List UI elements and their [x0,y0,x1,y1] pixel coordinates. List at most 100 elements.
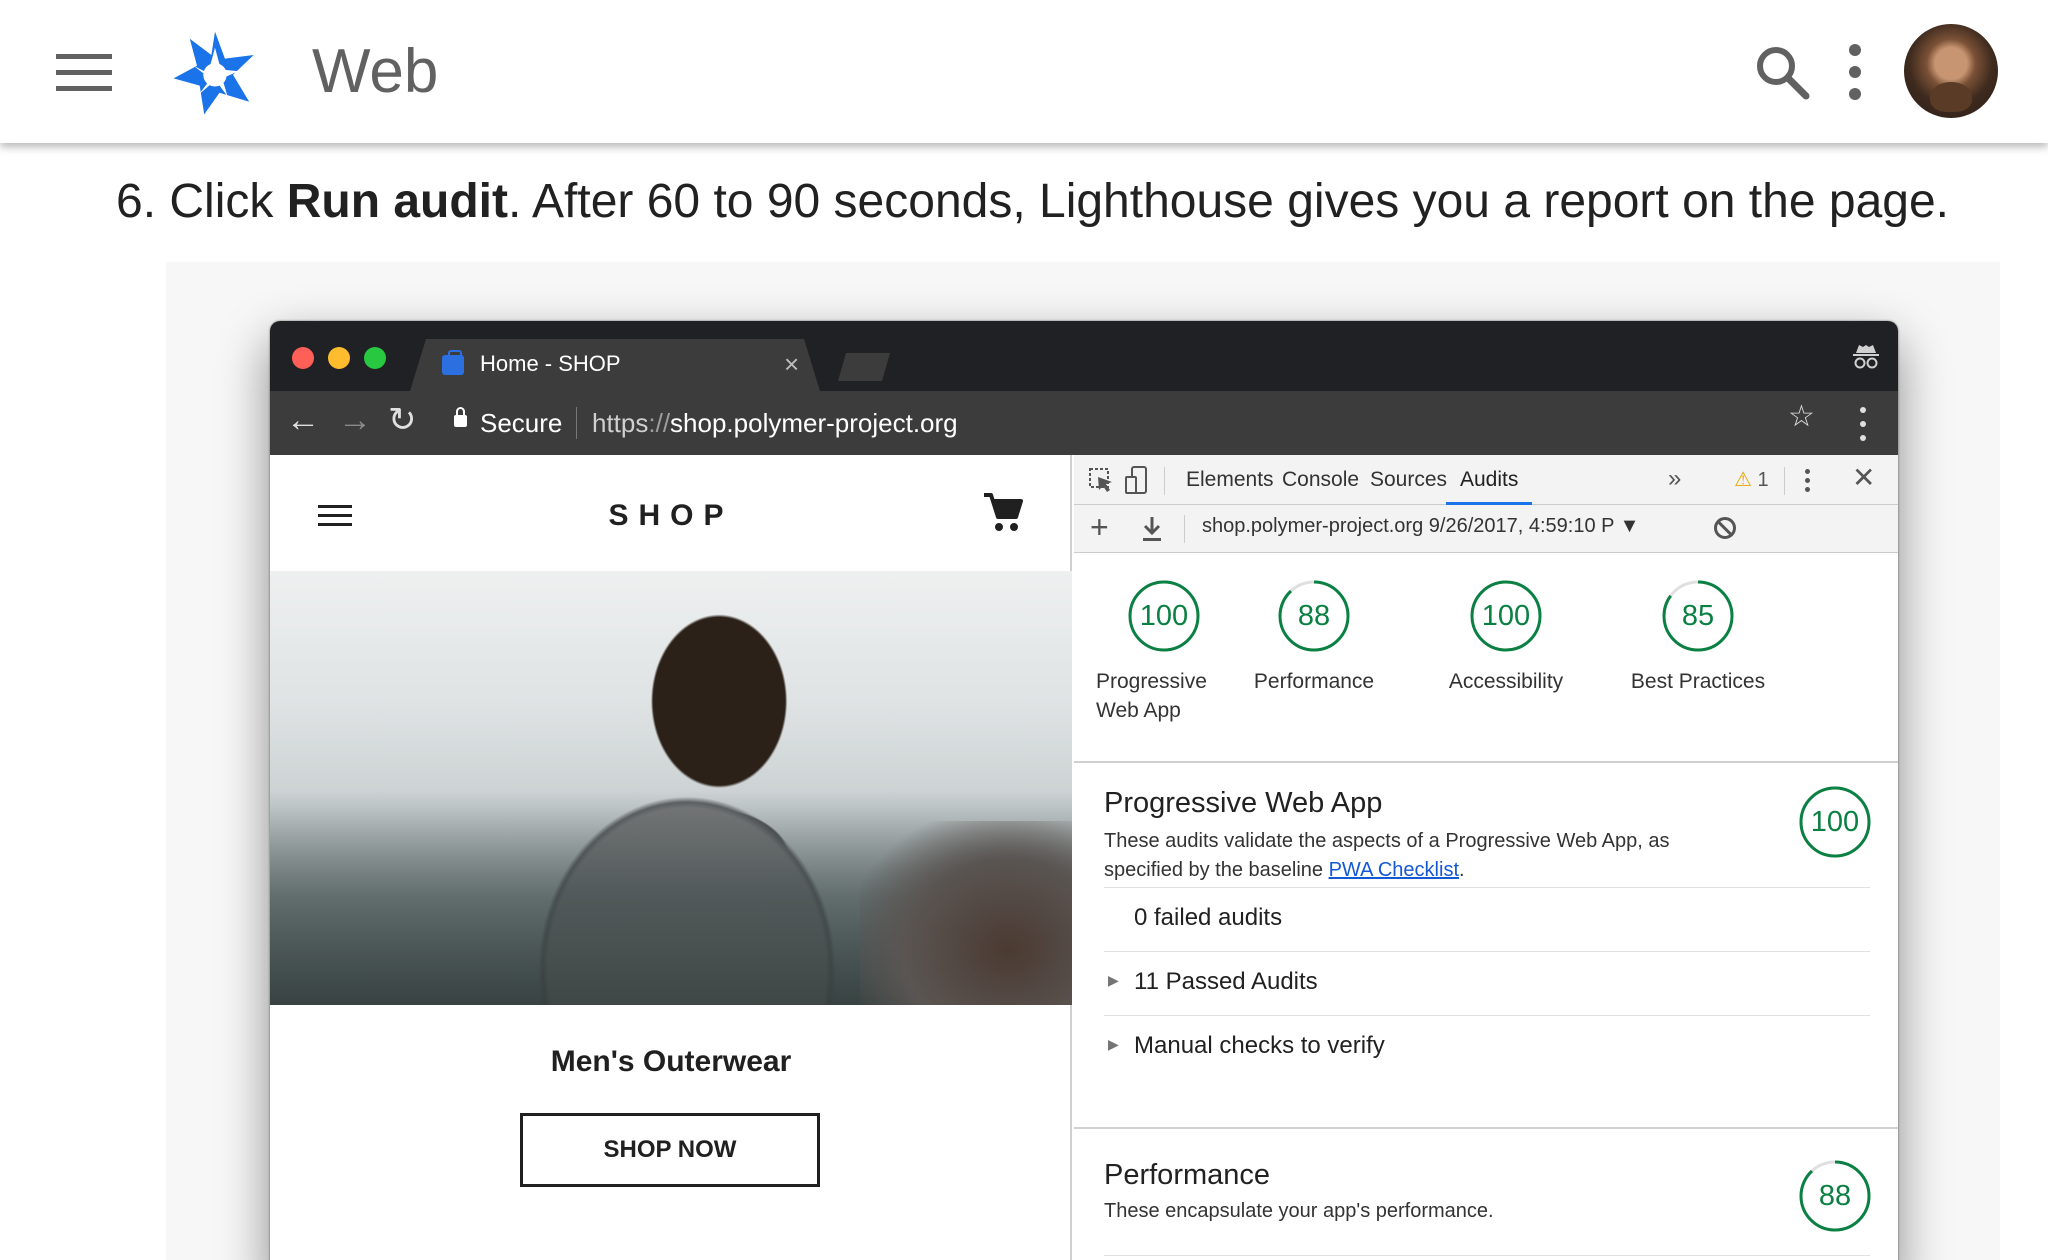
score-accessibility[interactable]: 100 Accessibility [1416,579,1596,696]
window-minimize-dot[interactable] [328,347,350,369]
page-viewport: SHOP Men's Outerwear SHOP NOW [270,455,1072,1260]
score-gauge: 100 [1127,579,1201,653]
inspect-element-icon[interactable] [1088,467,1114,493]
section-description: These audits validate the aspects of a P… [1104,827,1744,885]
tab-sources[interactable]: Sources [1370,455,1447,505]
url-host: shop.polymer-project.org [670,408,958,438]
category-title: Men's Outerwear [550,1045,792,1078]
passed-audits-row[interactable]: ▶ 11 Passed Audits [1104,951,1870,1015]
browser-tab-home-shop[interactable]: Home - SHOP × [410,339,820,391]
shopping-cart-icon[interactable] [982,491,1024,535]
warning-icon: ⚠ [1734,469,1752,491]
pwa-checklist-link[interactable]: PWA Checklist [1329,859,1459,881]
performance-section-gauge: 88 [1798,1159,1872,1233]
url-scheme-separator: :// [648,408,671,438]
reload-icon[interactable]: ↻ [388,403,417,437]
url-text: https://shop.polymer-project.org [592,408,958,439]
row-label: 0 failed audits [1134,904,1283,931]
devtools-tab-bar: Elements Console Sources Audits » ⚠ 1 ✕ [1074,455,1898,505]
tab-elements[interactable]: Elements [1186,455,1274,505]
new-tab-button[interactable] [838,353,890,381]
lock-icon [454,407,467,427]
more-vert-icon[interactable] [1840,44,1870,100]
warning-count: 1 [1757,469,1769,491]
tab-audits[interactable]: Audits [1446,455,1533,505]
shop-now-button[interactable]: SHOP NOW [520,1113,820,1187]
section-description: These encapsulate your app's performance… [1104,1200,1494,1222]
search-icon[interactable] [1752,42,1812,102]
pwa-section-gauge: 100 [1798,785,1872,859]
score-summary: 100 Progressive Web App 88 Performance 1… [1074,553,1898,763]
toolbar-divider [1184,515,1185,543]
toolbar-divider [1784,467,1785,495]
score-gauge: 88 [1277,579,1351,653]
score-value: 100 [1810,806,1860,838]
step-instruction: 6. Click Run audit. After 60 to 90 secon… [116,174,1949,229]
step-suffix: . After 60 to 90 seconds, Lighthouse giv… [508,175,1949,228]
secure-label: Secure [480,408,563,438]
devtools-panel: Elements Console Sources Audits » ⚠ 1 ✕ … [1074,455,1898,1260]
url-scheme: https [592,408,649,438]
score-label: Accessibility [1448,670,1564,693]
download-report-icon[interactable] [1140,515,1164,543]
score-performance[interactable]: 88 Performance [1224,579,1404,696]
step-run-audit: Run audit [286,175,508,228]
browser-window: Home - SHOP × ← → ↻ Secure https://shop.… [270,321,1898,1260]
incognito-icon [1853,345,1879,369]
site-title[interactable]: Web [312,36,438,107]
warning-counter[interactable]: ⚠ 1 [1734,467,1769,492]
window-zoom-dot[interactable] [364,347,386,369]
address-separator [576,407,577,439]
report-select-dropdown[interactable]: shop.polymer-project.org 9/26/2017, 4:59… [1202,515,1639,538]
score-best-practices[interactable]: 85 Best Practices [1608,579,1788,696]
bookmark-star-icon[interactable]: ☆ [1788,399,1815,434]
performance-section: Performance These encapsulate your app's… [1074,1129,1898,1260]
device-toolbar-icon[interactable] [1124,465,1148,495]
window-close-dot[interactable] [292,347,314,369]
address-bar[interactable]: Secure https://shop.polymer-project.org [440,401,1840,445]
site-header: Web [0,0,2048,143]
score-label: Performance [1253,670,1375,693]
hero-image[interactable] [270,571,1072,1005]
tab-console[interactable]: Console [1282,455,1359,505]
section-title: Performance [1104,1159,1271,1191]
score-label: Progressive Web App [1096,670,1207,722]
score-gauge: 85 [1661,579,1735,653]
user-avatar[interactable] [1904,24,1998,118]
score-value: 88 [1818,1180,1852,1212]
score-value: 100 [1481,600,1531,632]
clear-reports-icon[interactable] [1714,517,1736,539]
score-label: Best Practices [1630,670,1766,693]
tab-title: Home - SHOP [480,351,621,376]
shop-favicon-icon [442,355,464,375]
devtools-close-icon[interactable]: ✕ [1852,461,1875,494]
row-label: Manual checks to verify [1134,1032,1385,1059]
failed-audits-row[interactable]: 0 failed audits [1104,887,1870,951]
tab-close-icon[interactable]: × [784,349,799,380]
manual-checks-row[interactable]: ▶ Manual checks to verify [1104,1015,1870,1079]
row-divider [1104,1255,1870,1256]
browser-toolbar: ← → ↻ Secure https://shop.polymer-projec… [270,391,1898,455]
forward-arrow-icon[interactable]: → [338,403,372,437]
row-label: 11 Passed Audits [1134,968,1318,995]
score-value: 100 [1139,600,1189,632]
pwa-section: Progressive Web App These audits validat… [1074,765,1898,1115]
devtools-menu-icon[interactable] [1804,469,1812,493]
section-title: Progressive Web App [1104,787,1383,819]
chrome-menu-icon[interactable] [1858,407,1868,443]
menu-icon[interactable] [56,54,112,92]
score-value: 85 [1681,600,1715,632]
step-prefix: 6. Click [116,175,287,228]
new-audit-plus-icon[interactable]: + [1090,509,1109,546]
web-fundamentals-logo[interactable] [170,28,260,118]
toolbar-divider [1164,467,1165,495]
audits-toolbar: + shop.polymer-project.org 9/26/2017, 4:… [1074,505,1898,553]
back-arrow-icon[interactable]: ← [286,403,320,437]
score-value: 88 [1297,600,1331,632]
section-description-end: . [1459,859,1465,881]
tab-strip: Home - SHOP × [270,321,1898,391]
score-gauge: 100 [1469,579,1543,653]
expand-arrow-icon: ▶ [1108,1036,1119,1052]
more-tabs-chevron-icon[interactable]: » [1668,465,1681,493]
shop-title[interactable]: SHOP [270,499,1072,533]
